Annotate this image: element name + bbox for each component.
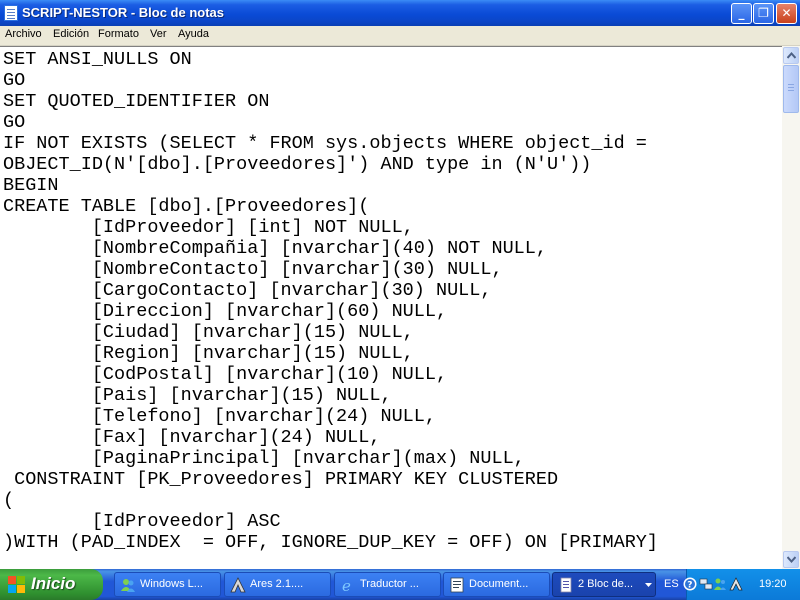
editor-content: SET ANSI_NULLS ON GO SET QUOTED_IDENTIFI… bbox=[3, 49, 659, 553]
task-label: Document... bbox=[469, 578, 529, 590]
scroll-up-button[interactable] bbox=[783, 47, 799, 64]
system-tray: ? 19:20 bbox=[683, 569, 800, 600]
scroll-down-button[interactable] bbox=[783, 551, 799, 568]
language-indicator[interactable]: ES bbox=[664, 578, 679, 590]
menu-edicion[interactable]: Edición bbox=[53, 28, 89, 40]
network-icon[interactable] bbox=[699, 577, 713, 591]
task-bloc-de-notas[interactable]: 2 Bloc de... bbox=[552, 572, 656, 597]
task-windows-live[interactable]: Windows L... bbox=[114, 572, 221, 597]
notepad-icon bbox=[560, 577, 572, 593]
start-button[interactable]: Inicio bbox=[0, 569, 103, 600]
notepad-icon[interactable] bbox=[4, 5, 18, 21]
browser-icon: e bbox=[342, 577, 351, 593]
menu-ayuda[interactable]: Ayuda bbox=[178, 28, 209, 40]
start-label: Inicio bbox=[31, 574, 76, 593]
svg-text:e: e bbox=[342, 577, 351, 593]
document-icon bbox=[450, 577, 464, 593]
text-editor[interactable]: SET ANSI_NULLS ON GO SET QUOTED_IDENTIFI… bbox=[0, 46, 782, 570]
maximize-button[interactable]: ❐ bbox=[753, 3, 774, 24]
ares-icon bbox=[230, 577, 246, 593]
menu-ver[interactable]: Ver bbox=[150, 28, 167, 40]
messenger-tray-icon[interactable] bbox=[713, 577, 727, 591]
svg-text:?: ? bbox=[687, 581, 692, 591]
task-ares[interactable]: Ares 2.1.... bbox=[224, 572, 331, 597]
task-label: Ares 2.1.... bbox=[250, 578, 304, 590]
menu-archivo[interactable]: Archivo bbox=[5, 28, 42, 40]
vertical-scrollbar[interactable] bbox=[782, 46, 800, 569]
chevron-down-icon bbox=[645, 583, 652, 587]
task-label: Windows L... bbox=[140, 578, 203, 590]
clock[interactable]: 19:20 bbox=[759, 578, 787, 590]
arrow-down-icon bbox=[787, 556, 796, 563]
task-document[interactable]: Document... bbox=[443, 572, 550, 597]
help-icon[interactable]: ? bbox=[683, 577, 697, 591]
messenger-icon bbox=[121, 579, 135, 592]
arrow-up-icon bbox=[787, 52, 796, 59]
close-button[interactable]: ✕ bbox=[776, 3, 797, 24]
task-traductor[interactable]: e Traductor ... bbox=[334, 572, 441, 597]
taskbar: Inicio Windows L... Ares 2.1.... e Tradu… bbox=[0, 569, 800, 600]
title-bar[interactable]: SCRIPT-NESTOR - Bloc de notas _ ❐ ✕ bbox=[0, 0, 800, 26]
window-title: SCRIPT-NESTOR - Bloc de notas bbox=[22, 5, 225, 20]
task-label: 2 Bloc de... bbox=[578, 578, 634, 590]
windows-logo-icon bbox=[8, 576, 25, 593]
task-label: Traductor ... bbox=[360, 578, 419, 590]
minimize-button[interactable]: _ bbox=[731, 3, 752, 24]
scroll-thumb[interactable] bbox=[783, 65, 799, 113]
menu-bar: Archivo Edición Formato Ver Ayuda bbox=[0, 26, 800, 46]
ares-tray-icon[interactable] bbox=[729, 577, 743, 591]
menu-formato[interactable]: Formato bbox=[98, 28, 139, 40]
